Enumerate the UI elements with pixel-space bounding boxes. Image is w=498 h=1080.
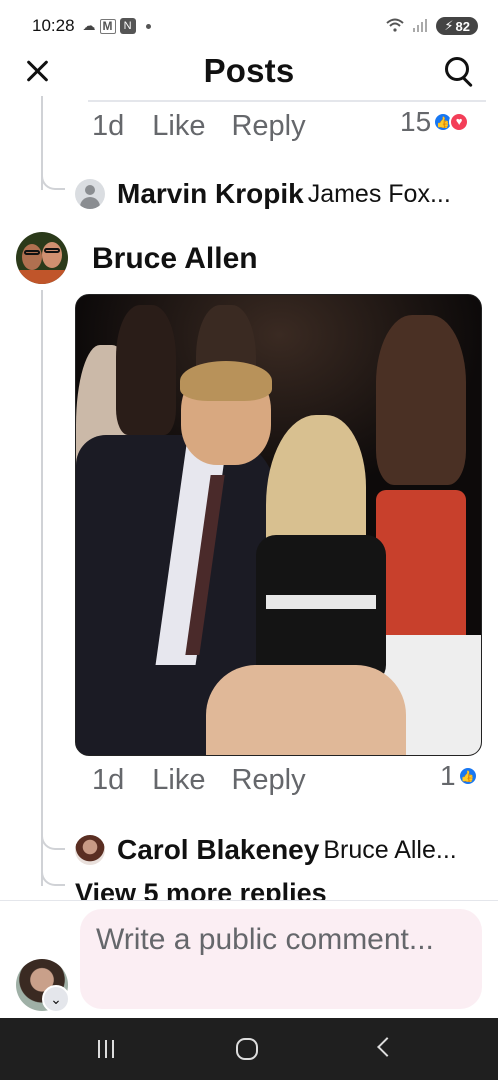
reply-button[interactable]: Reply (231, 764, 305, 797)
reaction-count: 15 (400, 106, 432, 137)
like-button[interactable]: Like (152, 110, 205, 143)
charging-icon: ⚡ (444, 18, 454, 33)
system-nav-bar (0, 1018, 498, 1080)
reply-button[interactable]: Reply (231, 110, 305, 143)
reply-preview[interactable]: Marvin Kropik James Fox... (75, 178, 451, 210)
reply-preview[interactable]: Carol Blakeney Bruce Alle... (75, 834, 457, 866)
comment-actions: 1d Like Reply (92, 764, 332, 797)
status-bar: 10:28 ☁ M N ⚡ 82 (0, 0, 498, 52)
avatar[interactable] (16, 232, 68, 284)
reaction-count: 1 (440, 760, 456, 791)
cloud-icon: ☁ (82, 18, 96, 33)
comment-actions: 1d Like Reply (92, 110, 332, 143)
search-icon[interactable] (444, 56, 476, 88)
thread-line (41, 290, 43, 886)
comment-thread: 1d Like Reply 15 👍 ♥ Marvin Kropik James… (0, 96, 498, 900)
wifi-icon (386, 18, 405, 35)
like-button[interactable]: Like (152, 764, 205, 797)
notification-icons: ☁ M N (83, 18, 151, 34)
system-icons: ⚡ 82 (386, 17, 478, 35)
chevron-down-icon[interactable]: ⌄ (42, 985, 70, 1013)
view-more-replies-link[interactable]: View 5 more replies (75, 878, 327, 900)
thread-connector (41, 862, 65, 886)
reply-snippet: Bruce Alle... (323, 835, 457, 864)
thread-connector (41, 826, 65, 850)
page-title: Posts (203, 52, 295, 89)
reactions-summary[interactable]: 1 👍 (440, 760, 478, 792)
avatar (75, 179, 105, 209)
avatar (75, 835, 105, 865)
love-reaction-icon: ♥ (449, 112, 470, 132)
comment-input[interactable]: Write a public comment... (80, 909, 482, 1009)
divider (88, 100, 486, 102)
like-reaction-icon: 👍 (457, 766, 478, 786)
comment-composer: ⌄ Write a public comment... (0, 900, 498, 1018)
reply-snippet: James Fox... (307, 179, 451, 208)
header: Posts (0, 52, 498, 96)
back-icon[interactable] (377, 1037, 397, 1057)
recent-apps-icon[interactable] (98, 1040, 118, 1058)
more-notifications-dot-icon (145, 23, 151, 29)
gmail-icon: M (99, 18, 116, 34)
app-notification-icon: N (119, 18, 136, 34)
signal-icon (412, 18, 428, 35)
status-time: 10:28 (32, 16, 75, 35)
battery-indicator: ⚡ 82 (436, 17, 478, 35)
comment-time: 1d (92, 764, 125, 796)
reactions-summary[interactable]: 15 👍 ♥ (400, 106, 470, 138)
reply-author: Carol Blakeney (117, 834, 320, 865)
thread-connector (41, 166, 65, 190)
home-icon[interactable] (236, 1038, 258, 1060)
comment-image[interactable] (75, 294, 482, 756)
comment-time: 1d (92, 110, 125, 142)
reply-author: Marvin Kropik (117, 178, 304, 209)
comment-author[interactable]: Bruce Allen (92, 242, 258, 276)
battery-level: 82 (455, 18, 470, 34)
